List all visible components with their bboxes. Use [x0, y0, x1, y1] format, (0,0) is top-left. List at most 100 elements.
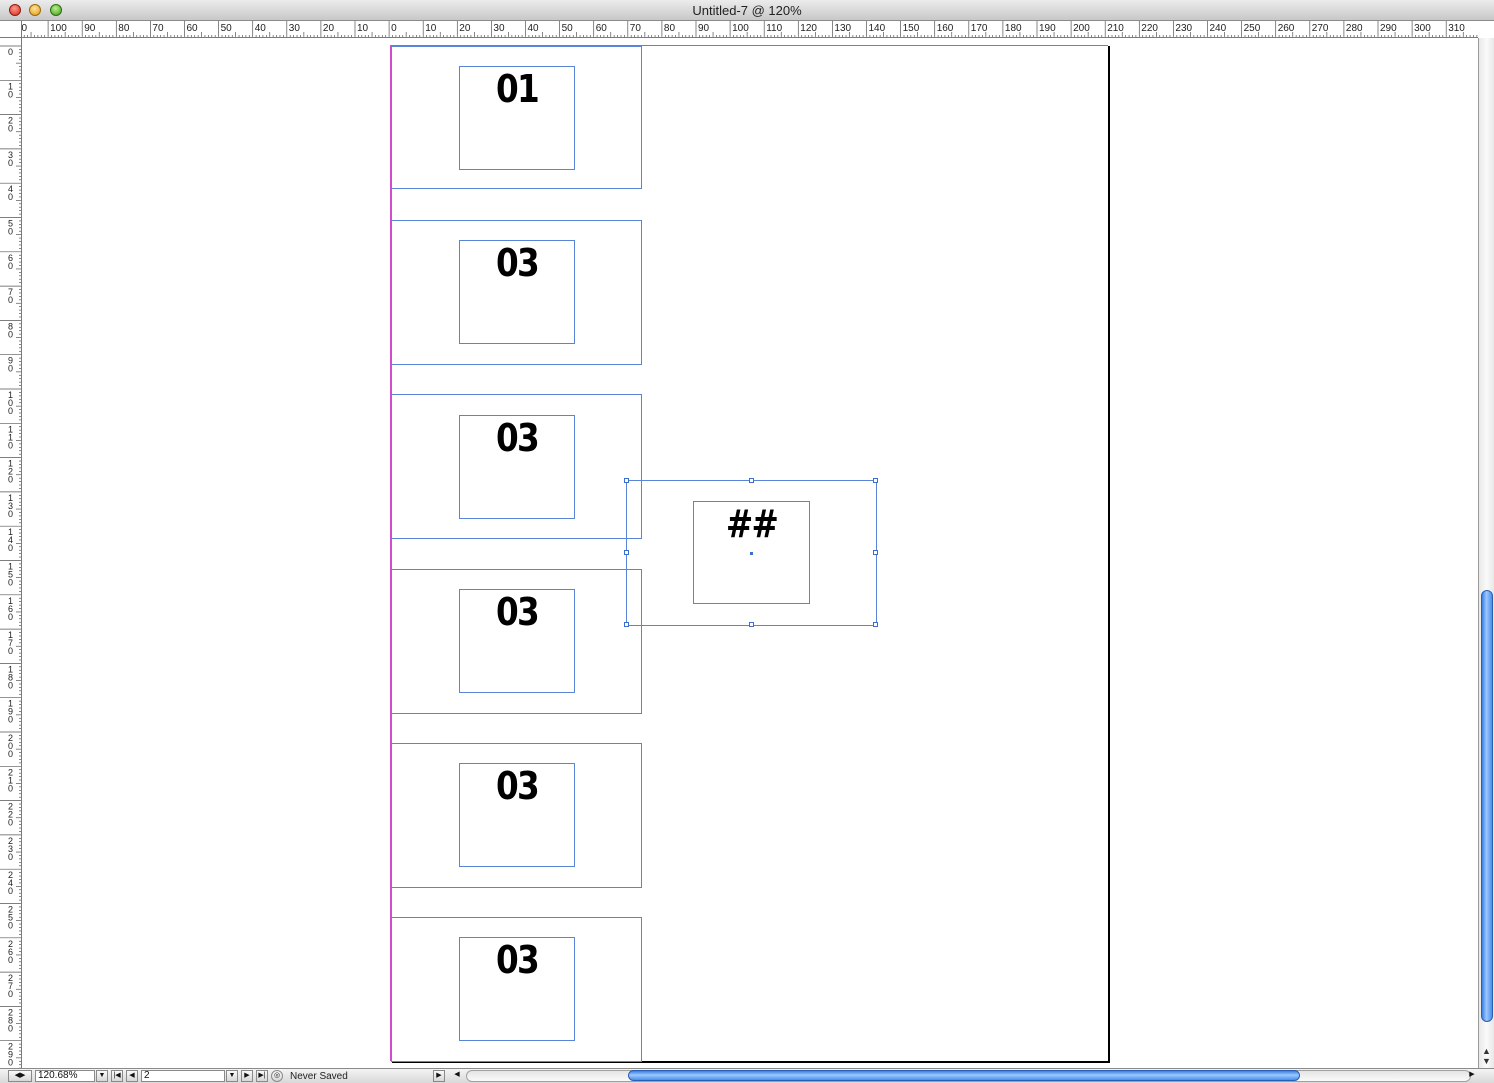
resize-handle-bottom[interactable] — [749, 622, 754, 627]
ruler-label: 180 — [1005, 23, 1022, 34]
resize-handle-right[interactable] — [873, 550, 878, 555]
scroll-down-arrow-icon[interactable]: ▼ — [1482, 1056, 1491, 1066]
frame-center-point[interactable] — [750, 552, 753, 555]
ruler-label: 0 — [8, 852, 13, 862]
ruler-label: 100 — [732, 23, 749, 34]
resize-handle-top[interactable] — [749, 478, 754, 483]
ruler-label: 110 — [766, 23, 782, 34]
ruler-label: 130 — [834, 23, 851, 34]
ruler-label: 0 — [8, 955, 13, 965]
window-title-bar[interactable]: Untitled-7 @ 120% — [0, 0, 1494, 21]
frame-number-text: 01 — [495, 67, 540, 111]
ruler-label: 0 — [8, 295, 13, 305]
horizontal-ruler[interactable]: 1010090807060504030201001020304050607080… — [22, 21, 1478, 38]
scroll-up-arrow-icon[interactable]: ▲ — [1482, 1046, 1491, 1056]
ruler-label: 0 — [8, 1058, 13, 1068]
frame-number-text: 03 — [495, 590, 540, 634]
vertical-scroll-thumb[interactable] — [1481, 590, 1493, 1022]
ruler-label: 290 — [1380, 23, 1397, 34]
ruler-label: 200 — [1073, 23, 1090, 34]
inner-frame-1[interactable]: 01 — [459, 66, 575, 170]
text-frame-5[interactable]: 03 — [391, 743, 642, 888]
inner-frame-4[interactable]: 03 — [459, 589, 575, 693]
text-frame-4[interactable]: 03 — [391, 569, 642, 714]
vertical-scrollbar[interactable]: ▲ ▼ — [1478, 38, 1494, 1068]
ruler-label: 0 — [8, 1023, 13, 1033]
ruler-label: 0 — [8, 89, 13, 99]
resize-handle-bottom-left[interactable] — [624, 622, 629, 627]
page-number-field[interactable]: 2 — [141, 1070, 225, 1082]
frame-number-text: 03 — [495, 938, 540, 982]
text-frame-2[interactable]: 03 — [391, 220, 642, 365]
first-page-button[interactable]: |◀ — [111, 1070, 123, 1082]
resize-handle-left[interactable] — [624, 550, 629, 555]
ruler-label: 90 — [698, 23, 710, 34]
ruler-label: 0 — [8, 509, 13, 519]
ruler-label: 0 — [8, 227, 13, 237]
ruler-label: 0 — [8, 921, 13, 931]
ruler-label: 0 — [8, 680, 13, 690]
ruler-label: 220 — [1141, 23, 1158, 34]
split-view-button[interactable]: ◀▶ — [8, 1070, 32, 1082]
ruler-label: 0 — [8, 543, 13, 553]
ruler-label: 0 — [391, 23, 397, 34]
ruler-label: 20 — [323, 23, 335, 34]
ruler-label: 10 — [357, 23, 369, 34]
page-dropdown-chevron-icon[interactable]: ▼ — [226, 1070, 238, 1082]
ruler-label: 230 — [1175, 23, 1192, 34]
ruler-label: 0 — [8, 158, 13, 168]
ruler-label: 170 — [971, 23, 988, 34]
ruler-label: 280 — [1346, 23, 1363, 34]
text-frame-6[interactable]: 03 — [391, 917, 642, 1062]
ruler-label: 300 — [1414, 23, 1431, 34]
ruler-label: 60 — [187, 23, 199, 34]
ruler-label: 310 — [1448, 23, 1465, 34]
inner-frame-6[interactable]: 03 — [459, 937, 575, 1041]
window-title: Untitled-7 @ 120% — [692, 3, 802, 18]
ruler-label: 80 — [664, 23, 676, 34]
ruler-label: 40 — [255, 23, 267, 34]
ruler-label: 0 — [8, 124, 13, 134]
horizontal-scroll-thumb[interactable] — [628, 1070, 1300, 1081]
inner-frame-5[interactable]: 03 — [459, 763, 575, 867]
vertical-ruler[interactable]: 0102030405060708090100110120130140150160… — [0, 38, 22, 1068]
selected-text-frame[interactable]: ## — [624, 478, 878, 627]
resize-handle-bottom-right[interactable] — [873, 622, 878, 627]
pasteboard[interactable]: 01 03 03 03 03 03 ## — [22, 38, 1478, 1068]
ruler-label: 0 — [8, 578, 13, 588]
page-shadow-edge — [1108, 46, 1110, 1063]
ruler-label: 0 — [8, 646, 13, 656]
ruler-label: 0 — [8, 612, 13, 622]
text-frame-1[interactable]: 01 — [391, 46, 642, 189]
ruler-label: 50 — [562, 23, 574, 34]
frame-number-text: 03 — [495, 241, 540, 285]
inner-frame-3[interactable]: 03 — [459, 415, 575, 519]
ruler-label: 30 — [493, 23, 505, 34]
zoom-dropdown-chevron-icon[interactable]: ▼ — [96, 1070, 108, 1082]
ruler-label: 0 — [8, 192, 13, 202]
scroll-left-arrow-icon[interactable]: ◀ — [451, 1070, 463, 1082]
ruler-label: 30 — [289, 23, 301, 34]
preflight-status-icon[interactable]: ◎ — [271, 1070, 283, 1082]
ruler-label: 60 — [596, 23, 608, 34]
document-page[interactable]: 01 03 03 03 03 03 ## — [390, 45, 1108, 1062]
resize-handle-top-left[interactable] — [624, 478, 629, 483]
ruler-label: 270 — [1312, 23, 1329, 34]
frame-number-placeholder: ## — [725, 502, 779, 546]
scroll-right-arrow-icon[interactable]: ▶ — [1466, 1070, 1478, 1082]
ruler-label: 120 — [800, 23, 817, 34]
ruler-label: 260 — [1278, 23, 1295, 34]
text-frame-3[interactable]: 03 — [391, 394, 642, 539]
inner-frame-2[interactable]: 03 — [459, 240, 575, 344]
zoom-level-field[interactable]: 120.68% — [35, 1070, 95, 1082]
next-page-button[interactable]: ▶ — [241, 1070, 253, 1082]
ruler-label: 40 — [528, 23, 540, 34]
ruler-origin-corner[interactable] — [0, 21, 22, 38]
resize-handle-top-right[interactable] — [873, 478, 878, 483]
last-page-button[interactable]: ▶| — [256, 1070, 268, 1082]
previous-page-button[interactable]: ◀ — [126, 1070, 138, 1082]
ruler-label: 0 — [8, 886, 13, 896]
ruler-label: 0 — [8, 406, 13, 416]
save-status-text: Never Saved — [290, 1071, 348, 1082]
status-menu-arrow-icon[interactable]: ▶ — [433, 1070, 445, 1082]
